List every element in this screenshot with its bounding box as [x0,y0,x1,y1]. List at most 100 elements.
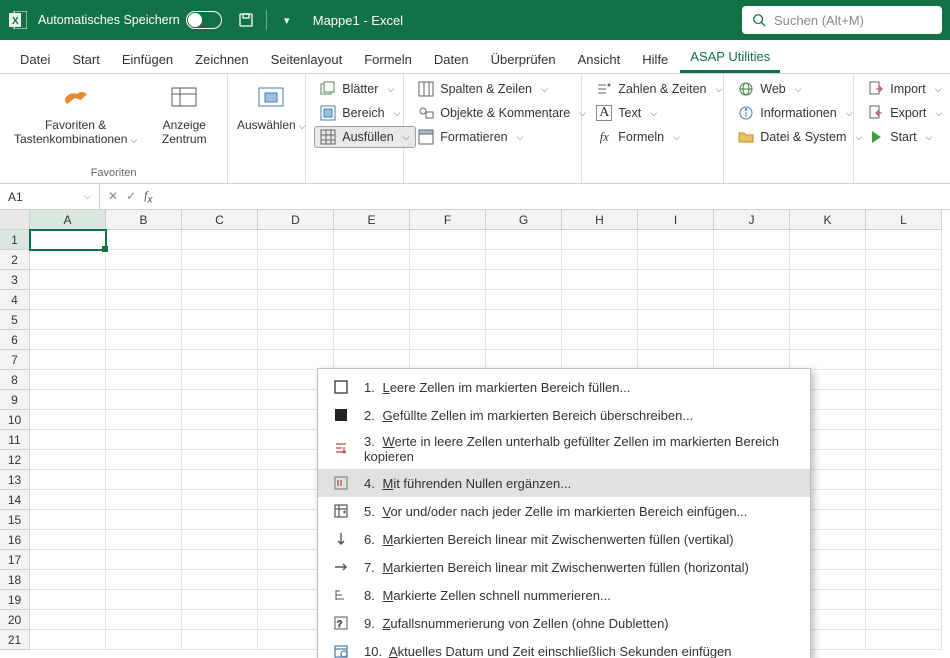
select-all-corner[interactable] [0,210,30,230]
tab-ansicht[interactable]: Ansicht [568,45,631,73]
cell[interactable] [410,330,486,350]
cell[interactable] [866,270,942,290]
cell[interactable] [334,250,410,270]
cell[interactable] [866,550,942,570]
menu-item-3[interactable]: 3. Werte in leere Zellen unterhalb gefül… [318,429,810,469]
menu-item-8[interactable]: 8. Markierte Zellen schnell nummerieren.… [318,581,810,609]
column-header[interactable]: D [258,210,334,230]
display-center-button[interactable]: Anzeige Zentrum [149,78,219,151]
menu-item-2[interactable]: 2. Gefüllte Zellen im markierten Bereich… [318,401,810,429]
cell[interactable] [866,290,942,310]
row-header[interactable]: 17 [0,550,30,570]
cell[interactable] [638,310,714,330]
tab-formeln[interactable]: Formeln [354,45,422,73]
row-header[interactable]: 21 [0,630,30,650]
web-button[interactable]: Web [732,78,868,100]
cell[interactable] [30,450,106,470]
cell[interactable] [866,470,942,490]
cell[interactable] [30,370,106,390]
cell[interactable] [334,290,410,310]
cell[interactable] [182,570,258,590]
cell[interactable] [30,470,106,490]
cell[interactable] [866,370,942,390]
column-header[interactable]: B [106,210,182,230]
cell[interactable] [182,490,258,510]
cell[interactable] [30,590,106,610]
cell[interactable] [790,330,866,350]
start-button[interactable]: Start [862,126,948,148]
formulas-button[interactable]: fxFormeln [590,126,728,148]
cell[interactable] [866,430,942,450]
cell[interactable] [182,270,258,290]
cell[interactable] [866,250,942,270]
cell[interactable] [866,350,942,370]
cell[interactable] [410,250,486,270]
autosave-toggle[interactable] [186,11,222,29]
cell[interactable] [334,330,410,350]
cell[interactable] [30,530,106,550]
cell[interactable] [182,290,258,310]
select-button[interactable]: Auswählen [236,78,306,136]
cell[interactable] [486,310,562,330]
name-box[interactable]: A1⌵ [0,184,100,209]
cell[interactable] [182,250,258,270]
cell[interactable] [182,370,258,390]
fill-button[interactable]: Ausfüllen [314,126,415,148]
column-header[interactable]: K [790,210,866,230]
confirm-icon[interactable]: ✓ [126,189,136,203]
cell[interactable] [106,510,182,530]
menu-item-5[interactable]: 5. Vor und/oder nach jeder Zelle im mark… [318,497,810,525]
column-header[interactable]: J [714,210,790,230]
cell[interactable] [714,330,790,350]
cell[interactable] [258,230,334,250]
cell[interactable] [30,630,106,650]
column-header[interactable]: F [410,210,486,230]
cell[interactable] [106,570,182,590]
column-header[interactable]: A [30,210,106,230]
cell[interactable] [866,610,942,630]
cell[interactable] [714,310,790,330]
cell[interactable] [866,530,942,550]
row-header[interactable]: 8 [0,370,30,390]
menu-item-10[interactable]: 10. Aktuelles Datum und Zeit einschließl… [318,637,810,658]
cell[interactable] [106,550,182,570]
import-button[interactable]: Import [862,78,948,100]
cell[interactable] [790,270,866,290]
cell[interactable] [486,270,562,290]
row-header[interactable]: 10 [0,410,30,430]
cell[interactable] [486,350,562,370]
cell[interactable] [30,410,106,430]
row-header[interactable]: 18 [0,570,30,590]
formula-input[interactable] [160,184,950,209]
export-button[interactable]: Export [862,102,948,124]
cell[interactable] [258,310,334,330]
columns-rows-button[interactable]: Spalten & Zeilen [412,78,592,100]
cell[interactable] [182,510,258,530]
cell[interactable] [182,630,258,650]
cell[interactable] [486,330,562,350]
cell[interactable] [106,230,182,250]
cell[interactable] [562,350,638,370]
row-header[interactable]: 9 [0,390,30,410]
cell[interactable] [106,450,182,470]
cell[interactable] [30,610,106,630]
cell[interactable] [182,530,258,550]
cell[interactable] [334,230,410,250]
cell[interactable] [866,510,942,530]
cell[interactable] [714,290,790,310]
cell[interactable] [410,230,486,250]
search-input[interactable]: Suchen (Alt+M) [742,6,942,34]
cell[interactable] [562,330,638,350]
tab-hilfe[interactable]: Hilfe [632,45,678,73]
cell[interactable] [182,390,258,410]
cell[interactable] [334,350,410,370]
cell[interactable] [106,430,182,450]
cell[interactable] [182,350,258,370]
menu-item-9[interactable]: ?9. Zufallsnummerierung von Zellen (ohne… [318,609,810,637]
cell[interactable] [334,270,410,290]
cell[interactable] [258,350,334,370]
cell[interactable] [106,590,182,610]
cell[interactable] [106,330,182,350]
cell[interactable] [106,250,182,270]
cell[interactable] [410,310,486,330]
